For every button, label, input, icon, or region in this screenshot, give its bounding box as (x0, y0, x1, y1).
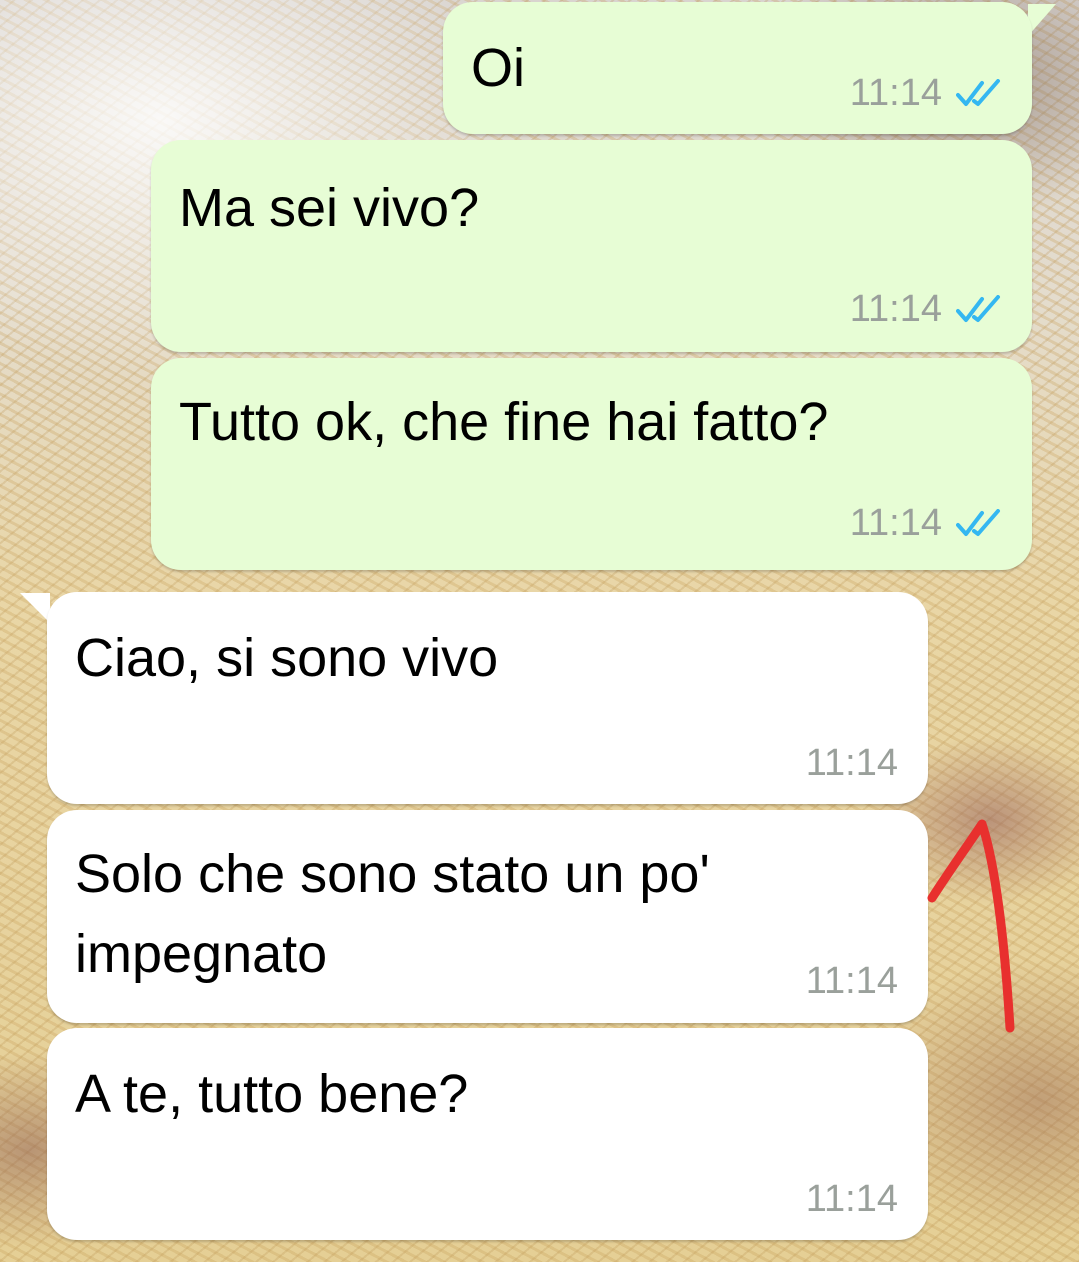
outgoing-message[interactable]: Oi 11:14 (443, 2, 1032, 134)
red-arrow-icon (927, 819, 1015, 1033)
message-time: 11:14 (849, 72, 942, 114)
message-text: Tutto ok, che fine hai fatto? (179, 392, 829, 452)
bubble-tail (1028, 4, 1056, 36)
message-time: 11:14 (805, 960, 898, 1002)
message-text: A te, tutto bene? (75, 1064, 469, 1124)
message-text: Ma sei vivo? (179, 178, 480, 238)
double-check-read-icon (956, 508, 1000, 536)
message-meta: 11:14 (850, 72, 1002, 115)
message-meta: 11:14 (850, 502, 1002, 545)
message-time: 11:14 (805, 1178, 898, 1220)
message-meta: 11:14 (850, 288, 1002, 331)
incoming-message[interactable]: A te, tutto bene? 11:14 (47, 1028, 928, 1240)
message-time: 11:14 (849, 502, 942, 544)
incoming-message[interactable]: Ciao, si sono vivo 11:14 (47, 592, 928, 804)
message-meta: 11:14 (806, 742, 898, 785)
message-time: 11:14 (805, 742, 898, 784)
outgoing-message[interactable]: Ma sei vivo? 11:14 (151, 140, 1032, 352)
outgoing-message[interactable]: Tutto ok, che fine hai fatto? 11:14 (151, 358, 1032, 570)
message-meta: 11:14 (806, 1178, 898, 1221)
bubble-tail (20, 593, 50, 623)
double-check-read-icon (956, 78, 1000, 106)
message-text: Ciao, si sono vivo (75, 628, 499, 688)
incoming-message[interactable]: Solo che sono stato un po' impegnato 11:… (47, 810, 928, 1023)
message-time: 11:14 (849, 288, 942, 330)
message-meta: 11:14 (806, 960, 898, 1003)
message-text: Oi (471, 38, 525, 98)
message-text: Solo che sono stato un po' impegnato (75, 844, 710, 984)
double-check-read-icon (956, 294, 1000, 322)
